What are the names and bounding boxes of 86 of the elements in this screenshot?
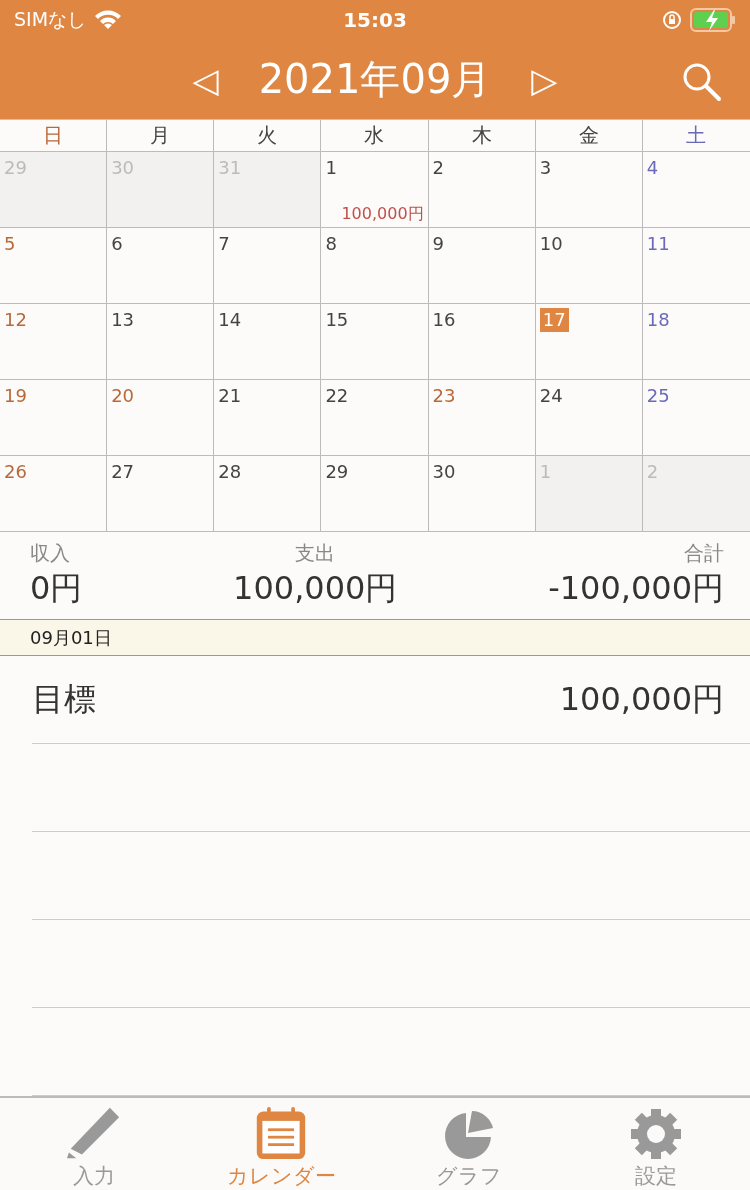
day-number: 28 xyxy=(218,460,242,485)
day-number: 11 xyxy=(646,232,670,257)
day-number: 7 xyxy=(218,232,230,257)
day-number: 25 xyxy=(646,384,670,409)
summary-value: -100,000円 xyxy=(548,568,724,610)
carrier-label: SIMなし xyxy=(14,7,87,32)
calendar-day[interactable]: 22 xyxy=(321,380,429,457)
day-number: 3 xyxy=(539,156,552,181)
day-number: 20 xyxy=(111,384,135,409)
day-number: 26 xyxy=(4,460,27,485)
summary-value: 100,000円 xyxy=(233,568,398,610)
day-number: 21 xyxy=(218,384,242,409)
tab-item[interactable]: カレンダー xyxy=(187,1098,375,1190)
selected-date-bar: 09月01日 xyxy=(0,620,750,656)
tab-label: 入力 xyxy=(72,1163,115,1190)
summary-value: 0円 xyxy=(30,568,83,610)
calendar-day[interactable]: 17 xyxy=(535,304,643,381)
day-number: 15 xyxy=(325,308,349,333)
day-number: 9 xyxy=(432,232,444,257)
day-number: 13 xyxy=(111,308,135,333)
day-number: 6 xyxy=(111,232,123,257)
entry-row[interactable]: 目標 100,000円 xyxy=(32,656,750,744)
calendar-day[interactable]: 21 xyxy=(214,380,322,457)
previous-month-button[interactable]: ◁ xyxy=(192,59,219,100)
calendar-day[interactable]: 8 xyxy=(321,228,429,305)
calendar-day[interactable]: 5 xyxy=(0,228,108,305)
calendar-day[interactable]: 10 xyxy=(535,228,643,305)
calendar-day[interactable]: 28 xyxy=(214,456,322,533)
day-amount: 100,000円 xyxy=(341,204,424,226)
calendar-day[interactable]: 15 xyxy=(321,304,429,381)
pie-chart-icon xyxy=(443,1110,494,1160)
day-number: 18 xyxy=(646,308,670,333)
search-icon xyxy=(682,62,722,102)
calendar-day[interactable]: 19 xyxy=(0,380,108,457)
day-number: 12 xyxy=(4,308,27,333)
day-number: 5 xyxy=(4,232,16,257)
summary-label: 支出 xyxy=(295,540,336,568)
tab-item[interactable]: 設定 xyxy=(562,1098,750,1190)
day-number: 8 xyxy=(325,232,337,257)
next-month-button[interactable]: ▷ xyxy=(531,59,558,100)
battery-icon xyxy=(690,8,736,32)
day-number: 10 xyxy=(539,232,563,257)
calendar-day[interactable]: 9 xyxy=(428,228,536,305)
day-number: 19 xyxy=(4,384,27,409)
day-number: 14 xyxy=(218,308,242,333)
entry-name: 目標 xyxy=(32,678,96,720)
calendar-day[interactable]: 26 xyxy=(0,456,108,533)
day-number: 30 xyxy=(432,460,456,485)
calendar-day[interactable]: 7 xyxy=(214,228,322,305)
wifi-icon xyxy=(94,10,123,30)
day-number: 16 xyxy=(432,308,456,333)
day-number: 2 xyxy=(432,156,444,181)
calendar-day[interactable]: 6 xyxy=(107,228,215,305)
calendar-day[interactable]: 20 xyxy=(107,380,215,457)
tab-label: グラフ xyxy=(435,1163,502,1190)
day-number: 1 xyxy=(325,156,337,181)
rotation-lock-icon xyxy=(662,10,682,30)
day-number: 23 xyxy=(432,384,456,409)
tab-item[interactable]: 入力 xyxy=(0,1098,188,1190)
day-number: 4 xyxy=(646,156,659,181)
calendar-day[interactable]: 1 100,000円 xyxy=(321,152,429,229)
day-number: 17 xyxy=(539,308,569,333)
tab-item[interactable]: グラフ xyxy=(375,1098,563,1190)
calendar-day[interactable]: 12 xyxy=(0,304,108,381)
day-number: 22 xyxy=(325,384,349,409)
calendar-day[interactable]: 23 xyxy=(428,380,536,457)
calendar-day[interactable]: 13 xyxy=(107,304,215,381)
calendar-day[interactable]: 16 xyxy=(428,304,536,381)
calendar-day[interactable]: 24 xyxy=(535,380,643,457)
entry-amount: 100,000円 xyxy=(559,678,724,720)
calendar-day[interactable]: 14 xyxy=(214,304,322,381)
month-title: 2021年09月 xyxy=(258,55,492,105)
calendar-day[interactable]: 3 xyxy=(535,152,643,229)
day-number: 27 xyxy=(111,460,135,485)
summary-label: 合計 xyxy=(684,540,724,568)
calendar-day[interactable]: 27 xyxy=(107,456,215,533)
summary-label: 収入 xyxy=(30,540,70,568)
calendar-day[interactable]: 29 xyxy=(321,456,429,533)
day-number: 24 xyxy=(539,384,563,409)
day-number: 29 xyxy=(325,460,349,485)
calendar-day[interactable]: 2 xyxy=(428,152,536,229)
clock-time: 15:03 xyxy=(342,8,408,32)
tab-label: カレンダー xyxy=(226,1163,336,1190)
tab-label: 設定 xyxy=(635,1163,678,1190)
settings-icon xyxy=(630,1108,683,1160)
calendar-day[interactable]: 30 xyxy=(428,456,536,533)
